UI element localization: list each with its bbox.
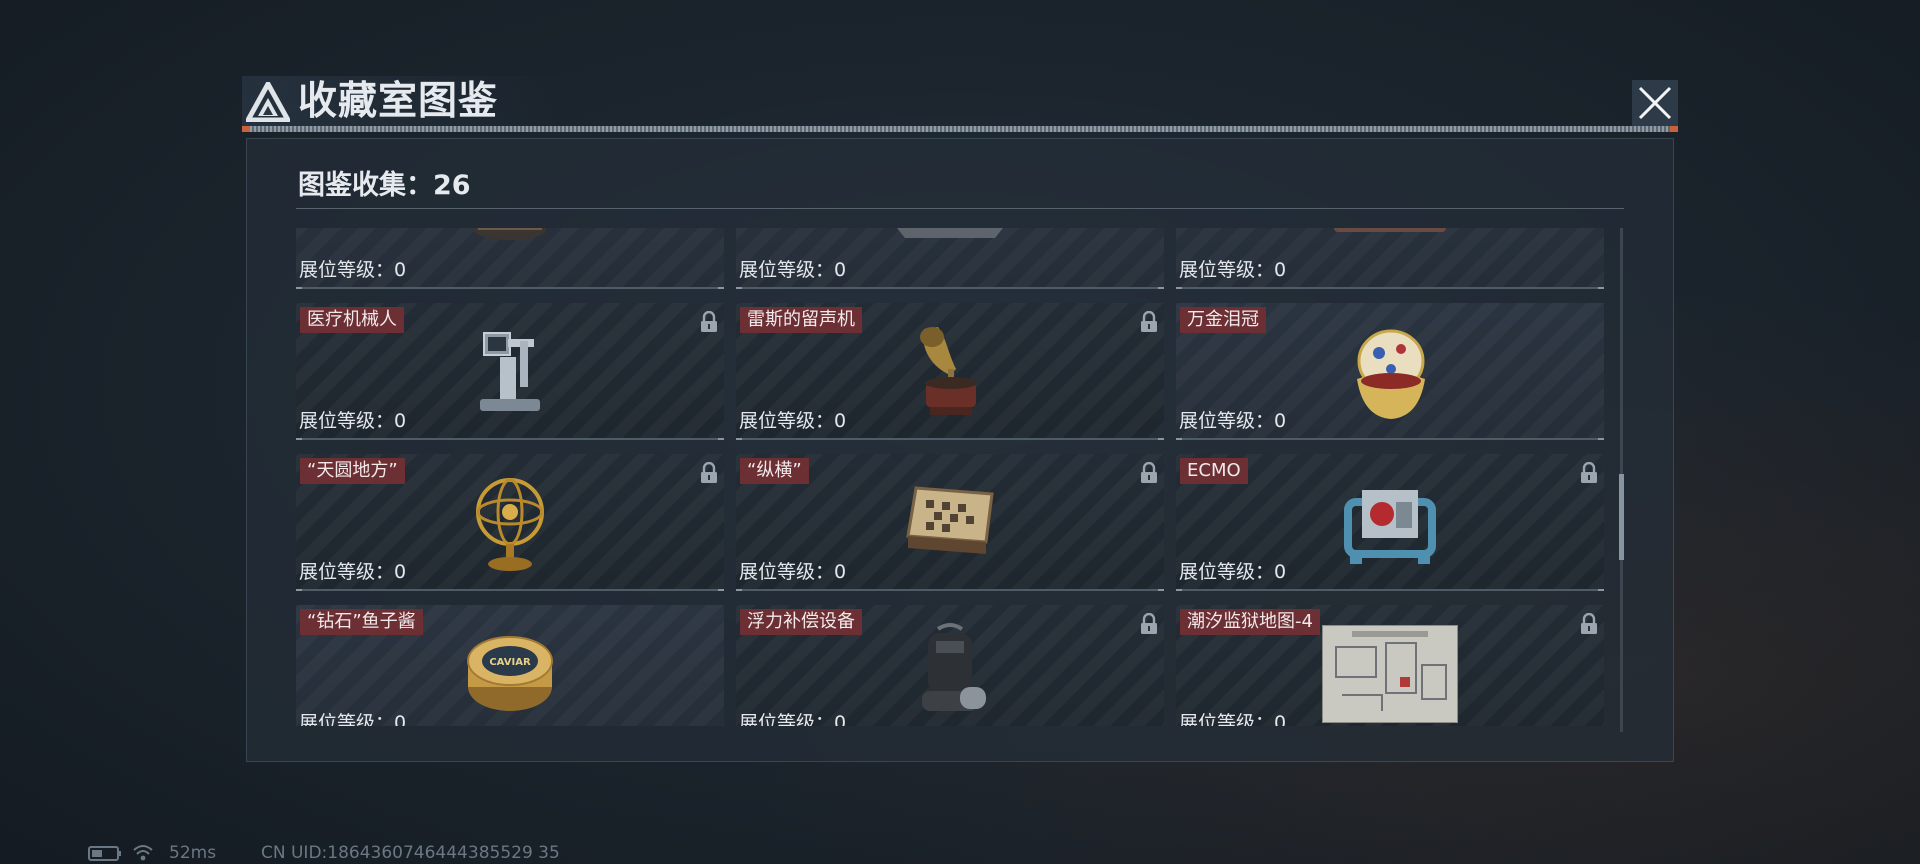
partial-item-icon — [897, 228, 1003, 238]
item-name-tag: 浮力补偿设备 — [740, 609, 862, 635]
window-header: 收藏室图鉴 — [242, 76, 1678, 132]
caviar-tin-icon: CAVIAR — [467, 636, 553, 711]
booth-level: 展位等级：0 — [739, 561, 847, 583]
ecmo-machine-icon — [1344, 490, 1436, 564]
collection-card[interactable]: 展位等级：0 — [736, 228, 1164, 289]
booth-level: 展位等级：0 — [739, 259, 847, 281]
header-divider-accent-left — [242, 126, 250, 132]
collection-card[interactable]: 展位等级：0 — [1176, 228, 1604, 289]
item-name-tag: ECMO — [1180, 458, 1248, 484]
lock-icon — [701, 311, 717, 332]
collection-card-chess-board[interactable]: “纵横” 展位等级：0 — [736, 454, 1164, 591]
buoyancy-device-icon — [922, 623, 986, 711]
booth-level: 展位等级：0 — [299, 410, 407, 432]
chess-board-icon — [906, 486, 994, 554]
partial-item-icon — [1334, 228, 1446, 232]
gramophone-icon — [920, 327, 977, 415]
lock-icon — [1581, 613, 1597, 634]
item-name-tag: 潮汐监狱地图-4 — [1180, 609, 1320, 635]
collection-card-buoyancy-device[interactable]: 浮力补偿设备 展位等级：0 — [736, 605, 1164, 726]
booth-level: 展位等级：0 — [299, 561, 407, 583]
lock-icon — [1581, 462, 1597, 483]
lock-icon — [701, 462, 717, 483]
collection-card-ecmo[interactable]: ECMO 展位等级：0 — [1176, 454, 1604, 591]
booth-level: 展位等级：0 — [739, 410, 847, 432]
scrollbar-thumb[interactable] — [1619, 474, 1624, 560]
lock-icon — [1141, 613, 1157, 634]
armillary-sphere-icon — [476, 478, 544, 571]
booth-level: 展位等级：0 — [299, 712, 407, 726]
prison-map-icon — [1322, 625, 1458, 723]
wifi-icon — [133, 845, 153, 861]
window-title: 收藏室图鉴 — [298, 79, 499, 124]
collection-count: 图鉴收集：26 — [298, 170, 471, 201]
booth-level: 展位等级：0 — [1179, 561, 1287, 583]
close-icon — [1638, 86, 1672, 120]
booth-level: 展位等级：0 — [1179, 410, 1287, 432]
header-divider — [242, 126, 1678, 132]
collection-card-medical-robot[interactable]: 医疗机械人 展位等级：0 — [296, 303, 724, 440]
collection-card-armillary-sphere[interactable]: “天圆地方” 展位等级：0 — [296, 454, 724, 591]
collection-card-jeweled-egg[interactable]: 万金泪冠 展位等级：0 — [1176, 303, 1604, 440]
collection-card[interactable]: 展位等级：0 — [296, 228, 724, 289]
item-name-tag: 医疗机械人 — [300, 307, 404, 333]
medical-robot-icon — [480, 332, 540, 411]
item-name-tag: “纵横” — [740, 458, 809, 484]
collection-divider — [296, 208, 1624, 209]
caviar-label: CAVIAR — [489, 657, 531, 668]
lock-icon — [1141, 311, 1157, 332]
item-name-tag: “天圆地方” — [300, 458, 405, 484]
user-uid: CN UID:1864360746444385529 35 — [261, 843, 560, 863]
booth-level: 展位等级：0 — [1179, 259, 1287, 281]
collection-card-prison-map[interactable]: 潮汐监狱地图-4 展位等级：0 — [1176, 605, 1604, 726]
collection-grid[interactable]: 展位等级：0 展位等级：0 展位等级：0 医疗机械人 展位等级：0 雷斯的留声机… — [296, 228, 1606, 726]
header-divider-accent-right — [1670, 126, 1678, 132]
lock-icon — [1141, 462, 1157, 483]
item-name-tag: 万金泪冠 — [1180, 307, 1266, 333]
item-name-tag: 雷斯的留声机 — [740, 307, 862, 333]
booth-level: 展位等级：0 — [299, 259, 407, 281]
collection-card-gramophone[interactable]: 雷斯的留声机 展位等级：0 — [736, 303, 1164, 440]
partial-item-icon — [474, 228, 546, 240]
battery-icon — [88, 846, 121, 861]
ping-readout: 52ms — [169, 843, 217, 863]
booth-level: 展位等级：0 — [739, 712, 847, 726]
triangle-logo-icon — [246, 82, 290, 122]
close-button[interactable] — [1632, 80, 1678, 126]
item-name-tag: “钻石”鱼子酱 — [300, 609, 423, 635]
booth-level: 展位等级：0 — [1179, 712, 1287, 726]
jeweled-egg-icon — [1357, 329, 1425, 419]
collection-card-caviar[interactable]: “钻石”鱼子酱 CAVIAR 展位等级：0 — [296, 605, 724, 726]
